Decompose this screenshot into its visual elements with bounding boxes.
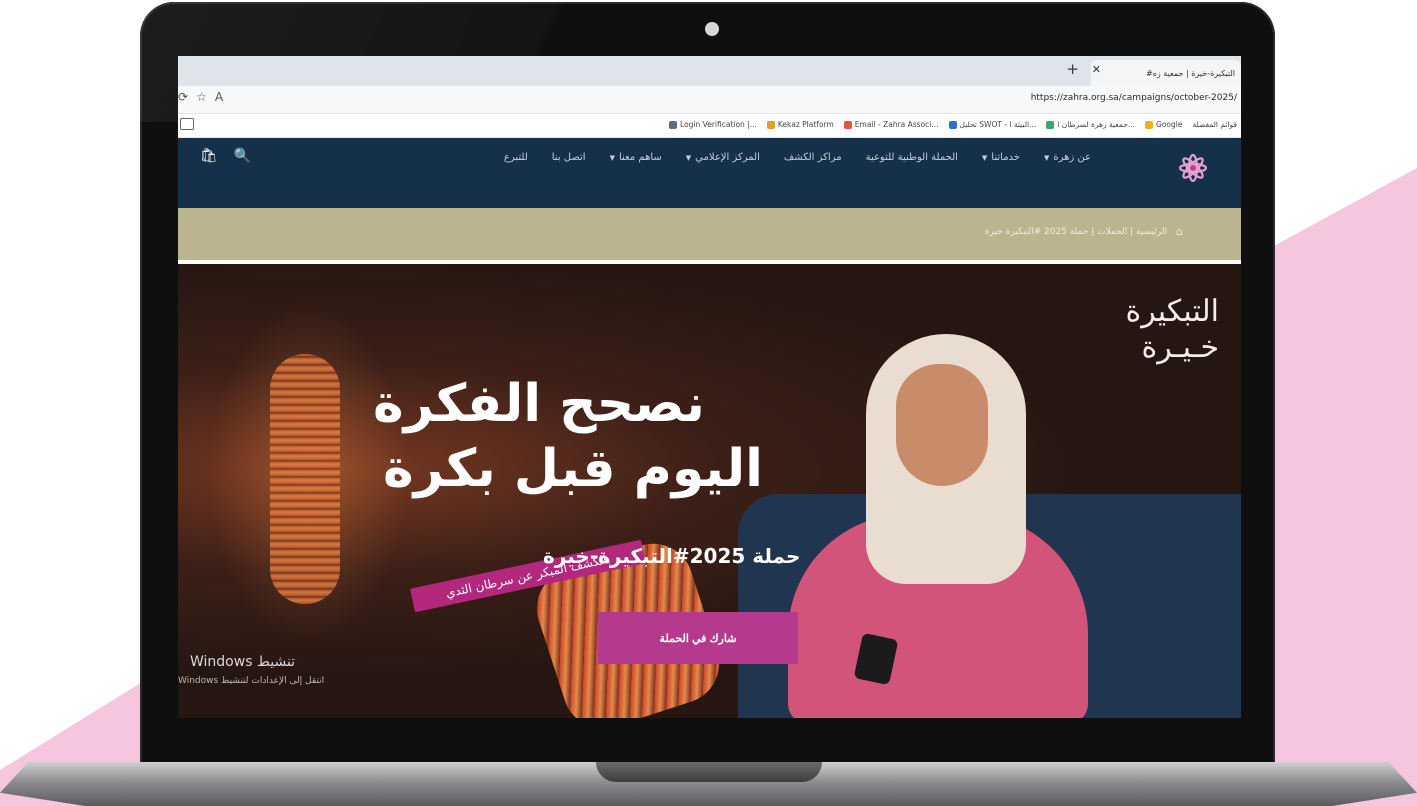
bookmark-email[interactable]: Email - Zahra Associ... xyxy=(843,120,939,129)
woman-face-image xyxy=(896,364,988,486)
globe-icon xyxy=(1046,120,1055,129)
chart-icon xyxy=(948,120,957,129)
search-icon[interactable]: 🔍 xyxy=(234,148,251,164)
refresh-icon[interactable]: ⟳ xyxy=(178,90,188,104)
close-tab-icon[interactable]: ✕ xyxy=(1092,63,1101,76)
menu-item-services[interactable]: خدماتنا ▼ xyxy=(982,152,1020,163)
laptop-screen: #التبكيرة-خيرة | جمعية زه ✕ + ⟳ ☆ A http… xyxy=(178,56,1241,718)
breadcrumb-bar: ⌂ الرئيسية | الحملات | حملة 2025 #التبكي… xyxy=(178,208,1241,260)
bookmark-google[interactable]: Google xyxy=(1145,120,1182,129)
bag-icon[interactable]: 🛍 xyxy=(200,148,218,164)
bookmark-list: Login Verification |... Kekaz Platform E… xyxy=(669,120,1237,129)
join-campaign-button[interactable]: شارك في الحملة xyxy=(598,612,798,664)
menu-item-contact[interactable]: اتصل بنا xyxy=(552,152,586,163)
chevron-down-icon: ▼ xyxy=(981,153,988,162)
laptop-base-notch xyxy=(596,762,822,782)
bookmark-login-verification[interactable]: Login Verification |... xyxy=(669,120,757,129)
sidebar-icon[interactable] xyxy=(180,118,194,130)
webcam-icon xyxy=(705,22,719,36)
chevron-down-icon: ▼ xyxy=(1043,153,1050,162)
zahra-logo[interactable] xyxy=(1163,142,1223,194)
hero-headline-2: اليوم قبل بكرة xyxy=(383,439,763,499)
windows-activation-title: تنشيط Windows xyxy=(190,654,296,670)
windows-activation-subtitle: انتقل إلى الإعدادات لتنشيط Windows xyxy=(178,676,325,686)
menu-item-about[interactable]: عن زهرة ▼ xyxy=(1044,152,1091,163)
url-field[interactable]: https://zahra.org.sa/campaigns/october-2… xyxy=(1031,93,1237,103)
browser-tab[interactable]: #التبكيرة-خيرة | جمعية زه xyxy=(1091,60,1241,86)
tab-title: #التبكيرة-خيرة | جمعية زه xyxy=(1146,68,1235,78)
lamp-image xyxy=(270,354,340,604)
address-bar-icons: ⟳ ☆ A xyxy=(178,90,223,104)
outlook-icon xyxy=(843,120,852,129)
hero-banner: التبكيرة خـيـرة نصحح الفكرة اليوم قبل بك… xyxy=(178,264,1241,718)
brand-line-1: التبكيرة xyxy=(1125,294,1219,329)
read-aloud-icon[interactable]: A xyxy=(215,90,223,104)
new-tab-icon[interactable]: + xyxy=(1066,60,1079,78)
menu-item-screening-centers[interactable]: مراكز الكشف xyxy=(784,152,842,163)
breadcrumb[interactable]: الرئيسية | الحملات | حملة 2025 #التبكيرة… xyxy=(985,227,1167,237)
chevron-down-icon: ▼ xyxy=(609,153,615,162)
nav-tools: 🛍 🔍 xyxy=(200,148,251,164)
campaign-title: حملة 2025#التبكيرة-خيرة xyxy=(543,544,801,568)
bookmarks-bar: Login Verification |... Kekaz Platform E… xyxy=(178,114,1241,138)
site-navigation: 🛍 🔍 عن زهرة ▼ خدماتنا ▼ الحملة الوطنية للت… xyxy=(178,138,1241,208)
favorite-icon[interactable]: ☆ xyxy=(196,90,207,104)
hero-headline-1: نصحح الفكرة xyxy=(373,374,705,434)
menu-item-contribute[interactable]: ساهم معنا ▼ xyxy=(610,152,662,163)
platform-icon xyxy=(766,120,775,129)
browser-tab-bar: #التبكيرة-خيرة | جمعية زه ✕ + xyxy=(178,56,1241,86)
brand-line-2: خـيـرة xyxy=(1141,330,1219,365)
chevron-down-icon: ▼ xyxy=(685,153,692,162)
google-icon xyxy=(1145,120,1154,129)
main-menu: عن زهرة ▼ خدماتنا ▼ الحملة الوطنية للتوعية… xyxy=(504,152,1091,163)
bookmark-kekaz-platform[interactable]: Kekaz Platform xyxy=(766,120,834,129)
address-bar: ⟳ ☆ A https://zahra.org.sa/campaigns/oct… xyxy=(178,86,1241,114)
menu-item-media-center[interactable]: المركز الإعلامي ▼ xyxy=(686,152,760,163)
bookmark-zahra[interactable]: جمعية زهرة لسرطان ا... xyxy=(1046,120,1135,129)
campaign-brand-mark: التبكيرة خـيـرة xyxy=(1126,294,1219,366)
bookmark-swot[interactable]: تحليل SWOT - البيئة ا... xyxy=(948,120,1036,129)
menu-item-donate[interactable]: للتبرع xyxy=(504,152,528,163)
flower-icon xyxy=(1178,153,1208,183)
home-icon[interactable]: ⌂ xyxy=(1176,225,1183,238)
bookmark-favorites[interactable]: قوائم المفضلة xyxy=(1192,120,1237,129)
verification-icon xyxy=(669,120,678,129)
laptop-mockup: #التبكيرة-خيرة | جمعية زه ✕ + ⟳ ☆ A http… xyxy=(0,0,1417,806)
menu-item-campaign[interactable]: الحملة الوطنية للتوعية xyxy=(866,152,958,163)
